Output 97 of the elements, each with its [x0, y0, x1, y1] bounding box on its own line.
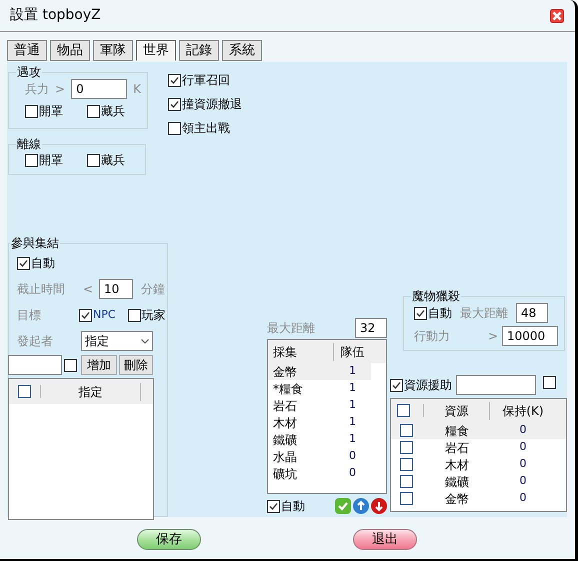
- checkbox-option[interactable]: 玩家: [128, 306, 166, 324]
- checkmark-icon: [269, 502, 278, 510]
- table-cell-text: 岩石: [272, 398, 298, 414]
- column-header[interactable]: 採集: [268, 342, 334, 360]
- checkbox[interactable]: [64, 358, 77, 372]
- table-cell-text: 水晶: [272, 448, 298, 466]
- checkbox-option[interactable]: 藏兵: [87, 151, 125, 169]
- tab[interactable]: 軍隊: [93, 40, 133, 61]
- table-cell-text: *糧食: [272, 380, 304, 398]
- input-field[interactable]: [8, 355, 62, 375]
- checkbox[interactable]: [18, 385, 31, 398]
- table-cell-text: 0: [518, 439, 528, 456]
- table-cell-text: 木材: [444, 456, 470, 474]
- checkbox[interactable]: [397, 404, 410, 417]
- checkbox[interactable]: [400, 492, 413, 505]
- table-cell-text: 1: [348, 380, 357, 396]
- dropdown[interactable]: 指定: [81, 331, 153, 351]
- field-label: <: [83, 281, 94, 298]
- checkbox-option[interactable]: 開罩: [25, 102, 63, 120]
- column-header[interactable]: 隊伍: [334, 342, 371, 360]
- checkmark-icon: [416, 308, 425, 318]
- field-label: >: [55, 81, 66, 98]
- input-field[interactable]: 10000: [502, 326, 558, 346]
- column-header[interactable]: 資源: [424, 402, 490, 420]
- input-field[interactable]: 0: [71, 79, 128, 99]
- checkbox[interactable]: [400, 441, 413, 454]
- table-cell-text: 0: [348, 465, 357, 482]
- field-label: 行動力: [414, 328, 451, 345]
- field-label: 最大距離: [267, 320, 315, 337]
- checkbox-option[interactable]: 行軍召回: [168, 71, 387, 89]
- checkbox-option[interactable]: 撞資源撤退: [168, 95, 387, 113]
- group-title: 遇攻: [16, 65, 42, 79]
- table-cell-text: 糧食: [444, 422, 470, 440]
- table-cell-text: 1: [348, 397, 357, 414]
- arrow-down-icon[interactable]: [371, 498, 387, 514]
- checkbox[interactable]: [543, 376, 556, 389]
- column-header[interactable]: 保持(K): [490, 402, 556, 420]
- checkmark-icon: [392, 380, 401, 390]
- tab[interactable]: 系統: [222, 40, 262, 61]
- group-title: 參與集結: [10, 236, 60, 250]
- field-label: 分鐘: [141, 281, 165, 298]
- checkbox-option[interactable]: 藏兵: [87, 102, 125, 120]
- exit-button[interactable]: 退出: [353, 528, 417, 550]
- table-cell-text: 鐵礦: [272, 432, 298, 448]
- tab[interactable]: 記錄: [179, 40, 219, 61]
- field-label: 發起者: [17, 333, 54, 350]
- checkbox-option[interactable]: 自動: [414, 304, 452, 322]
- table-cell-text: 金幣: [272, 364, 298, 380]
- tab[interactable]: 世界: [136, 40, 176, 61]
- checkbox[interactable]: [400, 458, 413, 471]
- field-label: 截止時間: [17, 281, 66, 298]
- checkbox-option[interactable]: 資源援助: [390, 376, 452, 394]
- table-cell-text: 1: [348, 363, 357, 380]
- table-cell-text: 0: [518, 473, 528, 490]
- checkbox[interactable]: [400, 475, 413, 488]
- field-label: 目標: [17, 307, 42, 324]
- group-title: 魔物獵殺: [411, 289, 461, 303]
- input-field[interactable]: 48: [516, 303, 548, 323]
- field-label: K: [133, 81, 141, 98]
- table-cell-text: 金幣: [444, 490, 470, 508]
- checkbox-option[interactable]: NPC: [79, 306, 116, 324]
- field-label: 兵力: [25, 81, 49, 98]
- field-label: 最大距離: [460, 305, 508, 322]
- tab[interactable]: 普通: [7, 40, 47, 61]
- check-icon[interactable]: [335, 498, 351, 514]
- add-button[interactable]: 增加: [81, 355, 117, 375]
- table-cell-text: 1: [348, 431, 357, 448]
- chevron-down-icon: [141, 338, 149, 344]
- checkbox[interactable]: [400, 424, 413, 437]
- field-label: >: [488, 328, 500, 345]
- delete-button[interactable]: 刪除: [119, 355, 153, 375]
- checkmark-icon: [170, 100, 179, 108]
- table-cell-text: 岩石: [444, 440, 470, 456]
- checkmark-icon: [170, 76, 179, 84]
- input-field[interactable]: 32: [355, 318, 387, 338]
- table-cell-text: 0: [518, 422, 528, 438]
- table-cell-text: 0: [518, 490, 528, 506]
- save-button[interactable]: 保存: [137, 528, 201, 550]
- input-field[interactable]: [456, 375, 536, 395]
- tab[interactable]: 物品: [50, 40, 90, 61]
- checkbox-option[interactable]: 開罩: [25, 151, 63, 169]
- table-cell-text: 鐵礦: [444, 474, 470, 490]
- checkmark-icon: [19, 258, 28, 268]
- table-cell-text: 1: [348, 414, 357, 430]
- arrow-up-icon[interactable]: [353, 498, 369, 514]
- table-cell-text: 木材: [272, 414, 298, 432]
- close-icon[interactable]: [550, 8, 564, 22]
- checkbox-option[interactable]: 自動: [17, 254, 167, 272]
- table-cell-text: 0: [348, 448, 357, 464]
- checkmark-icon: [81, 310, 90, 320]
- window-title: 設置 topboyZ: [10, 6, 101, 25]
- checkbox-option[interactable]: 領主出戰: [168, 119, 387, 137]
- table-cell-text: 礦坑: [272, 466, 298, 482]
- input-field[interactable]: 10: [99, 279, 133, 299]
- group-title: 離線: [16, 137, 42, 151]
- table-cell-text: 0: [518, 456, 528, 472]
- checkbox-option[interactable]: 自動: [267, 497, 305, 515]
